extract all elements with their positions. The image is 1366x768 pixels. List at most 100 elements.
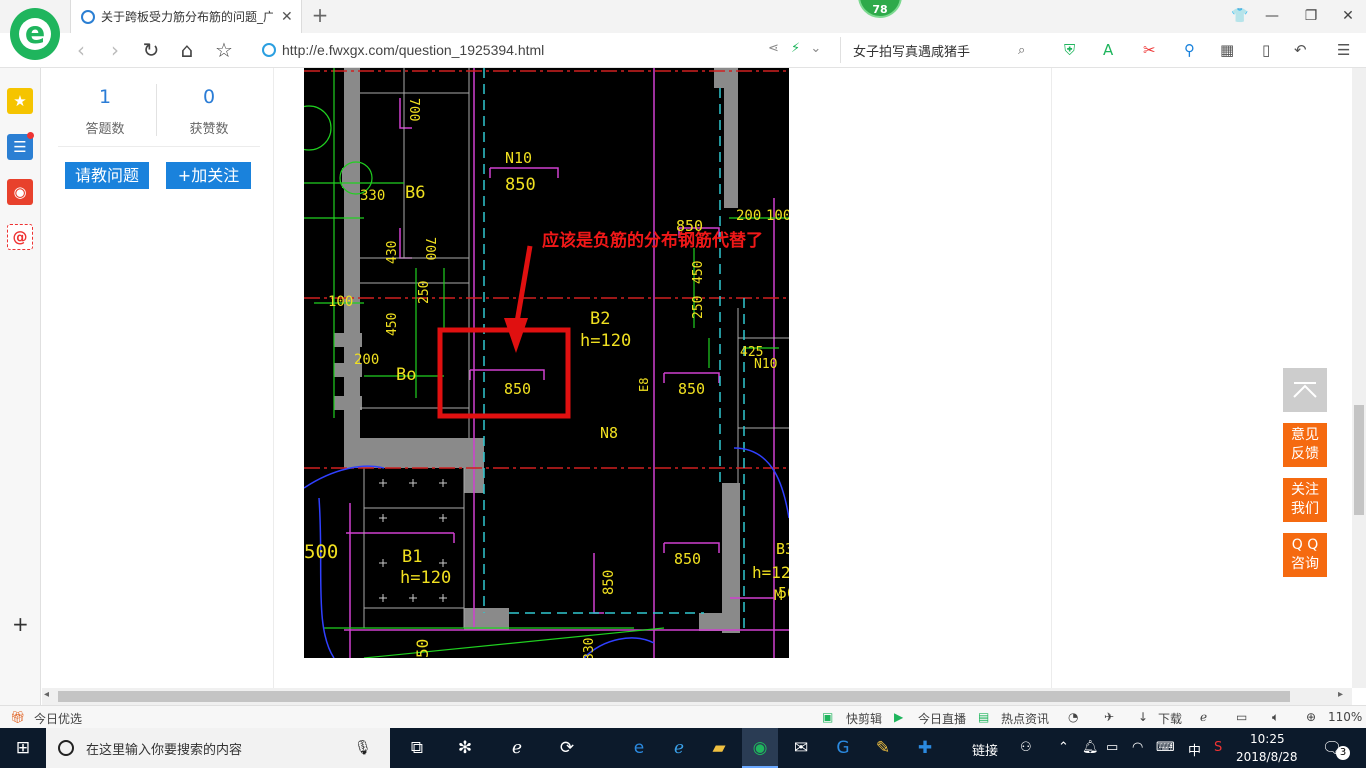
label: B2 (590, 309, 610, 329)
highlight-box (437, 327, 571, 419)
search-box[interactable]: 女子拍写真遇咸猪手 ⌕ (840, 37, 1046, 63)
label: 430 (385, 241, 400, 264)
label: 200 (736, 208, 761, 224)
home-button[interactable]: ⌂ (174, 37, 200, 63)
user-profile-card: 1 答题数 0 获赞数 请教问题 +加关注 (42, 68, 274, 688)
left-sidebar (0, 68, 41, 705)
speed-mode-icon[interactable]: ⚡ (791, 41, 800, 56)
qq-consult-button[interactable]: Q Q 咨询 (1283, 533, 1327, 577)
ie-mode-icon[interactable]: ℯ (1200, 710, 1207, 724)
mobile-icon[interactable]: ▯ (1262, 41, 1270, 59)
notification-count: 3 (1336, 746, 1350, 760)
label: 850 (504, 380, 531, 398)
taskbar-search-input[interactable]: 在这里输入你要搜索的内容 (86, 739, 354, 758)
mail-at-icon[interactable]: @ (7, 224, 33, 250)
mail-app-icon[interactable]: ✉ (788, 736, 814, 760)
vertical-scrollbar[interactable] (1352, 68, 1366, 688)
pinwheel-app-icon[interactable]: ✻ (452, 736, 478, 760)
feedback-button[interactable]: 意见 反馈 (1283, 423, 1327, 467)
back-button[interactable]: ‹ (68, 37, 94, 63)
keyboard-icon[interactable]: ⌨ (1156, 740, 1175, 755)
sogou-ime-icon[interactable]: S (1214, 740, 1222, 755)
forward-button[interactable]: › (102, 37, 128, 63)
pin-icon[interactable]: ✈ (1104, 710, 1114, 724)
address-tools[interactable]: ⋖ ⚡ ⌄ (768, 41, 821, 56)
weibo-icon[interactable]: ◉ (7, 179, 33, 205)
sidebar-add-button[interactable]: + (12, 612, 29, 636)
windows-start-icon[interactable]: ⊞ (10, 736, 36, 760)
minimize-button[interactable]: — (1258, 5, 1286, 27)
people-icon[interactable]: ⚇ (1020, 740, 1032, 755)
favorites-star-icon[interactable]: ★ (7, 88, 33, 114)
address-bar[interactable]: http://e.fwxgx.com/question_1925394.html (262, 37, 840, 63)
horizontal-scroll-thumb[interactable] (58, 691, 1290, 702)
vertical-scroll-thumb[interactable] (1354, 405, 1364, 515)
file-explorer-icon[interactable]: ▰ (706, 736, 732, 760)
microphone-icon[interactable]: 🎙︎ (354, 740, 372, 756)
clock-date[interactable]: 2018/8/28 (1236, 750, 1298, 764)
ask-question-button[interactable]: 请教问题 (65, 162, 149, 189)
ie-browser-icon[interactable]: ℯ (666, 736, 692, 760)
follow-button[interactable]: +加关注 (166, 162, 251, 189)
tray-chevron-up-icon[interactable]: ⌃ (1058, 740, 1069, 755)
zoom-level[interactable]: 110% (1328, 710, 1362, 724)
volume-icon[interactable]: 🔈︎ (1272, 710, 1279, 725)
maximize-button[interactable]: ❐ (1297, 5, 1325, 27)
notification-dot (27, 132, 34, 139)
url-text[interactable]: http://e.fwxgx.com/question_1925394.html (282, 42, 544, 58)
translate-icon[interactable]: A (1103, 41, 1113, 59)
live-play-icon: ▶ (894, 710, 904, 724)
shield-icon[interactable]: ⛨ (1064, 41, 1075, 59)
scroll-left-icon[interactable]: ◂ (44, 689, 49, 700)
edge-browser-icon[interactable]: e (626, 736, 652, 760)
scroll-right-icon[interactable]: ▸ (1338, 689, 1343, 700)
tab-close-icon[interactable]: ✕ (281, 9, 293, 25)
task-view-icon[interactable]: ⧉ (404, 736, 430, 760)
360-browser-icon[interactable]: ◉ (747, 736, 773, 760)
label: N10 (505, 149, 532, 167)
apps-grid-icon[interactable]: ▦ (1220, 41, 1234, 59)
speed-icon[interactable]: ◔ (1068, 710, 1078, 724)
download-link[interactable]: 下载 (1158, 710, 1182, 727)
back-to-top-button[interactable] (1283, 368, 1327, 412)
undo-close-icon[interactable]: ↶ (1294, 41, 1307, 59)
search-input[interactable]: 女子拍写真遇咸猪手 (853, 41, 1018, 60)
edge-classic-icon[interactable]: ℯ (504, 736, 530, 760)
close-window-button[interactable]: ✕ (1334, 5, 1362, 27)
daily-picks-link[interactable]: 今日优选 (34, 710, 82, 727)
label: 850 (674, 550, 701, 568)
menu-icon[interactable]: ☰ (1337, 41, 1350, 59)
search-icon[interactable]: ⌕ (1018, 43, 1025, 58)
notes-app-icon[interactable]: ✎ (870, 736, 896, 760)
browser-logo-icon[interactable]: e (10, 8, 60, 60)
refresh-button[interactable]: ↻ (138, 37, 164, 63)
label: 100 (766, 208, 789, 224)
status-item-clip[interactable]: 快剪辑 (846, 710, 882, 727)
status-item-live[interactable]: 今日直播 (918, 710, 966, 727)
magnifier-icon[interactable]: ⚲ (1184, 41, 1195, 59)
chevron-down-icon[interactable]: ⌄ (810, 41, 821, 56)
window-icon[interactable]: ▭ (1236, 710, 1247, 724)
new-tab-button[interactable]: + (310, 3, 330, 27)
wifi-icon[interactable]: ◠ (1132, 740, 1143, 755)
screenshot-scissors-icon[interactable]: ✂ (1143, 41, 1156, 59)
taskbar-search[interactable]: 在这里输入你要搜索的内容 🎙︎ (46, 728, 390, 768)
label: 330 (582, 638, 597, 658)
ime-mode[interactable]: 中 (1188, 740, 1201, 759)
annotation-text: 应该是负筋的分布钢筋代替了 (542, 230, 763, 251)
links-label[interactable]: 链接 (972, 740, 998, 759)
label: 500 (304, 541, 338, 563)
bookmark-star-button[interactable]: ☆ (211, 37, 237, 63)
label: 330 (360, 188, 385, 204)
tab-active[interactable]: 关于跨板受力筋分布筋的问题_广 ✕ (70, 0, 302, 33)
share-icon[interactable]: ⋖ (768, 41, 779, 56)
battery-icon[interactable]: ▭ (1106, 740, 1118, 755)
status-item-news[interactable]: 热点资讯 (1001, 710, 1049, 727)
clock-time[interactable]: 10:25 (1250, 732, 1285, 746)
spiral-app-icon[interactable]: ⟳ (554, 736, 580, 760)
skin-icon[interactable]: 👕 (1226, 5, 1254, 27)
plus-app-icon[interactable]: ✚ (912, 736, 938, 760)
follow-us-button[interactable]: 关注 我们 (1283, 478, 1327, 522)
g-app-icon[interactable]: G (830, 736, 856, 760)
notification-bell-icon[interactable]: 🔔︎ (1082, 740, 1099, 755)
